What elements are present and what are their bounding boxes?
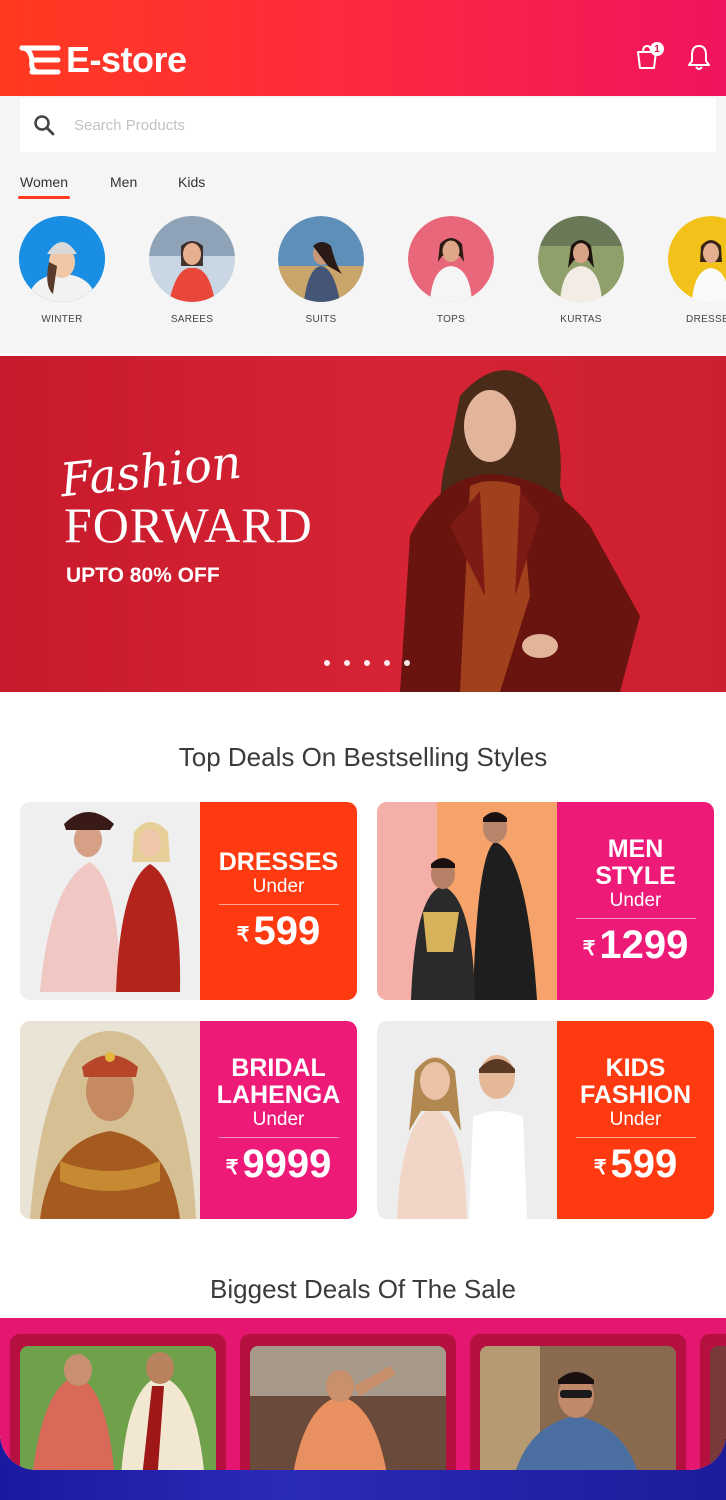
search-icon[interactable]: [32, 113, 56, 137]
deal-category: BRIDAL LAHENGA: [216, 1053, 341, 1109]
category-label: TOPS: [436, 314, 466, 325]
category-kurtas[interactable]: KURTAS: [536, 216, 626, 325]
deal-divider: [575, 1136, 696, 1138]
deal-category: DRESSES: [218, 848, 339, 876]
header-actions: 1: [630, 40, 716, 74]
category-label: DRESSES: [686, 314, 726, 325]
category-image: [19, 216, 105, 302]
deal-divider: [218, 1136, 339, 1138]
pagination-dot[interactable]: [404, 660, 410, 666]
deal-price-value: 9999: [242, 1141, 332, 1186]
deal-price: ₹599: [594, 1142, 677, 1186]
tab-kids[interactable]: Kids: [178, 174, 205, 190]
deal-info: MEN STYLE Under ₹1299: [557, 802, 714, 1000]
search-bar: [20, 98, 716, 152]
tab-men[interactable]: Men: [110, 174, 137, 190]
logo-mark-icon: [18, 40, 64, 80]
deal-price-value: 599: [253, 909, 321, 953]
deal-image: [377, 802, 557, 1000]
rupee-symbol: ₹: [236, 924, 250, 946]
deal-under-label: Under: [609, 889, 662, 911]
deal-price: ₹9999: [226, 1142, 332, 1186]
app-logo[interactable]: E-store: [18, 38, 187, 82]
category-carousel: WINTER SAREES SUITS TOPS KURTAS DRESSE: [0, 200, 726, 354]
category-tops[interactable]: TOPS: [406, 216, 496, 325]
category-label: WINTER: [41, 314, 83, 325]
deal-info: KIDS FASHION Under ₹599: [557, 1021, 714, 1219]
device-frame: E-store 1 Search Products Women Men Kids…: [0, 0, 726, 1500]
big-deal-card[interactable]: [470, 1334, 686, 1470]
deal-price-value: 1299: [599, 922, 689, 967]
deal-divider: [218, 904, 339, 905]
deal-under-label: Under: [609, 1108, 662, 1130]
biggest-deals-carousel: [0, 1318, 726, 1470]
deal-image: [20, 802, 200, 1000]
app-header: E-store 1: [0, 0, 726, 96]
deal-divider: [575, 917, 696, 919]
deal-under-label: Under: [252, 876, 305, 897]
deal-card-dresses[interactable]: DRESSES Under ₹599: [20, 802, 357, 1000]
deal-price: ₹599: [237, 909, 320, 953]
big-deal-card[interactable]: [240, 1334, 456, 1470]
category-label: SAREES: [170, 314, 214, 325]
category-image: [668, 216, 726, 302]
big-deal-image: [20, 1346, 216, 1470]
rupee-symbol: ₹: [582, 937, 596, 960]
deal-image: [377, 1021, 557, 1219]
pagination-dot[interactable]: [344, 660, 350, 666]
search-bar-container: [0, 96, 726, 158]
category-suits[interactable]: SUITS: [276, 216, 366, 325]
logo-text: E-store: [66, 39, 187, 80]
hero-subtitle: UPTO 80% OFF: [66, 564, 220, 587]
hero-banner[interactable]: Fashion FORWARD UPTO 80% OFF: [0, 356, 726, 692]
category-dresses[interactable]: DRESSES: [666, 216, 726, 325]
deal-price-value: 599: [610, 1141, 678, 1186]
cart-count-badge: 1: [650, 42, 664, 56]
deal-price: ₹1299: [583, 923, 689, 967]
cart-button[interactable]: 1: [630, 40, 664, 74]
deal-image: [20, 1021, 200, 1219]
search-input[interactable]: [74, 116, 634, 134]
deal-category: KIDS FASHION: [579, 1053, 692, 1109]
big-deal-image: [480, 1346, 676, 1470]
biggest-deals-title: Biggest Deals Of The Sale: [210, 1274, 516, 1304]
category-label: KURTAS: [560, 314, 602, 325]
category-sarees[interactable]: SAREES: [147, 216, 237, 325]
pagination-dot[interactable]: [364, 660, 370, 666]
tab-women[interactable]: Women: [18, 174, 70, 199]
notifications-button[interactable]: [682, 40, 716, 74]
top-deals-title: Top Deals On Bestselling Styles: [178, 742, 548, 772]
rupee-symbol: ₹: [593, 1156, 607, 1179]
deal-under-label: Under: [252, 1108, 305, 1130]
pagination-dot[interactable]: [324, 660, 330, 666]
pagination-dot[interactable]: [384, 660, 390, 666]
rupee-symbol: ₹: [225, 1156, 239, 1179]
deal-card-kids-fashion[interactable]: KIDS FASHION Under ₹599: [377, 1021, 714, 1219]
category-image: [408, 216, 494, 302]
deal-info: BRIDAL LAHENGA Under ₹9999: [200, 1021, 357, 1219]
big-deal-image: [710, 1346, 726, 1470]
hero-model-image: [400, 370, 640, 692]
big-deal-card[interactable]: [10, 1334, 226, 1470]
deal-card-bridal-lahenga[interactable]: BRIDAL LAHENGA Under ₹9999: [20, 1021, 357, 1219]
category-winter[interactable]: WINTER: [17, 216, 107, 325]
category-image: [538, 216, 624, 302]
bell-icon: [688, 45, 710, 70]
gender-tabs: Women Men Kids: [0, 158, 726, 200]
deal-info: DRESSES Under ₹599: [200, 802, 357, 1000]
category-image: [149, 216, 235, 302]
hero-pagination: [324, 660, 410, 666]
deal-category: MEN STYLE: [595, 834, 676, 890]
category-label: SUITS: [305, 314, 337, 325]
big-deal-image: [250, 1346, 446, 1470]
category-image: [278, 216, 364, 302]
hero-title: FORWARD: [64, 497, 313, 553]
big-deal-card[interactable]: [700, 1334, 726, 1470]
app-screen: E-store 1 Search Products Women Men Kids…: [0, 0, 726, 1470]
deal-card-men-style[interactable]: MEN STYLE Under ₹1299: [377, 802, 714, 1000]
